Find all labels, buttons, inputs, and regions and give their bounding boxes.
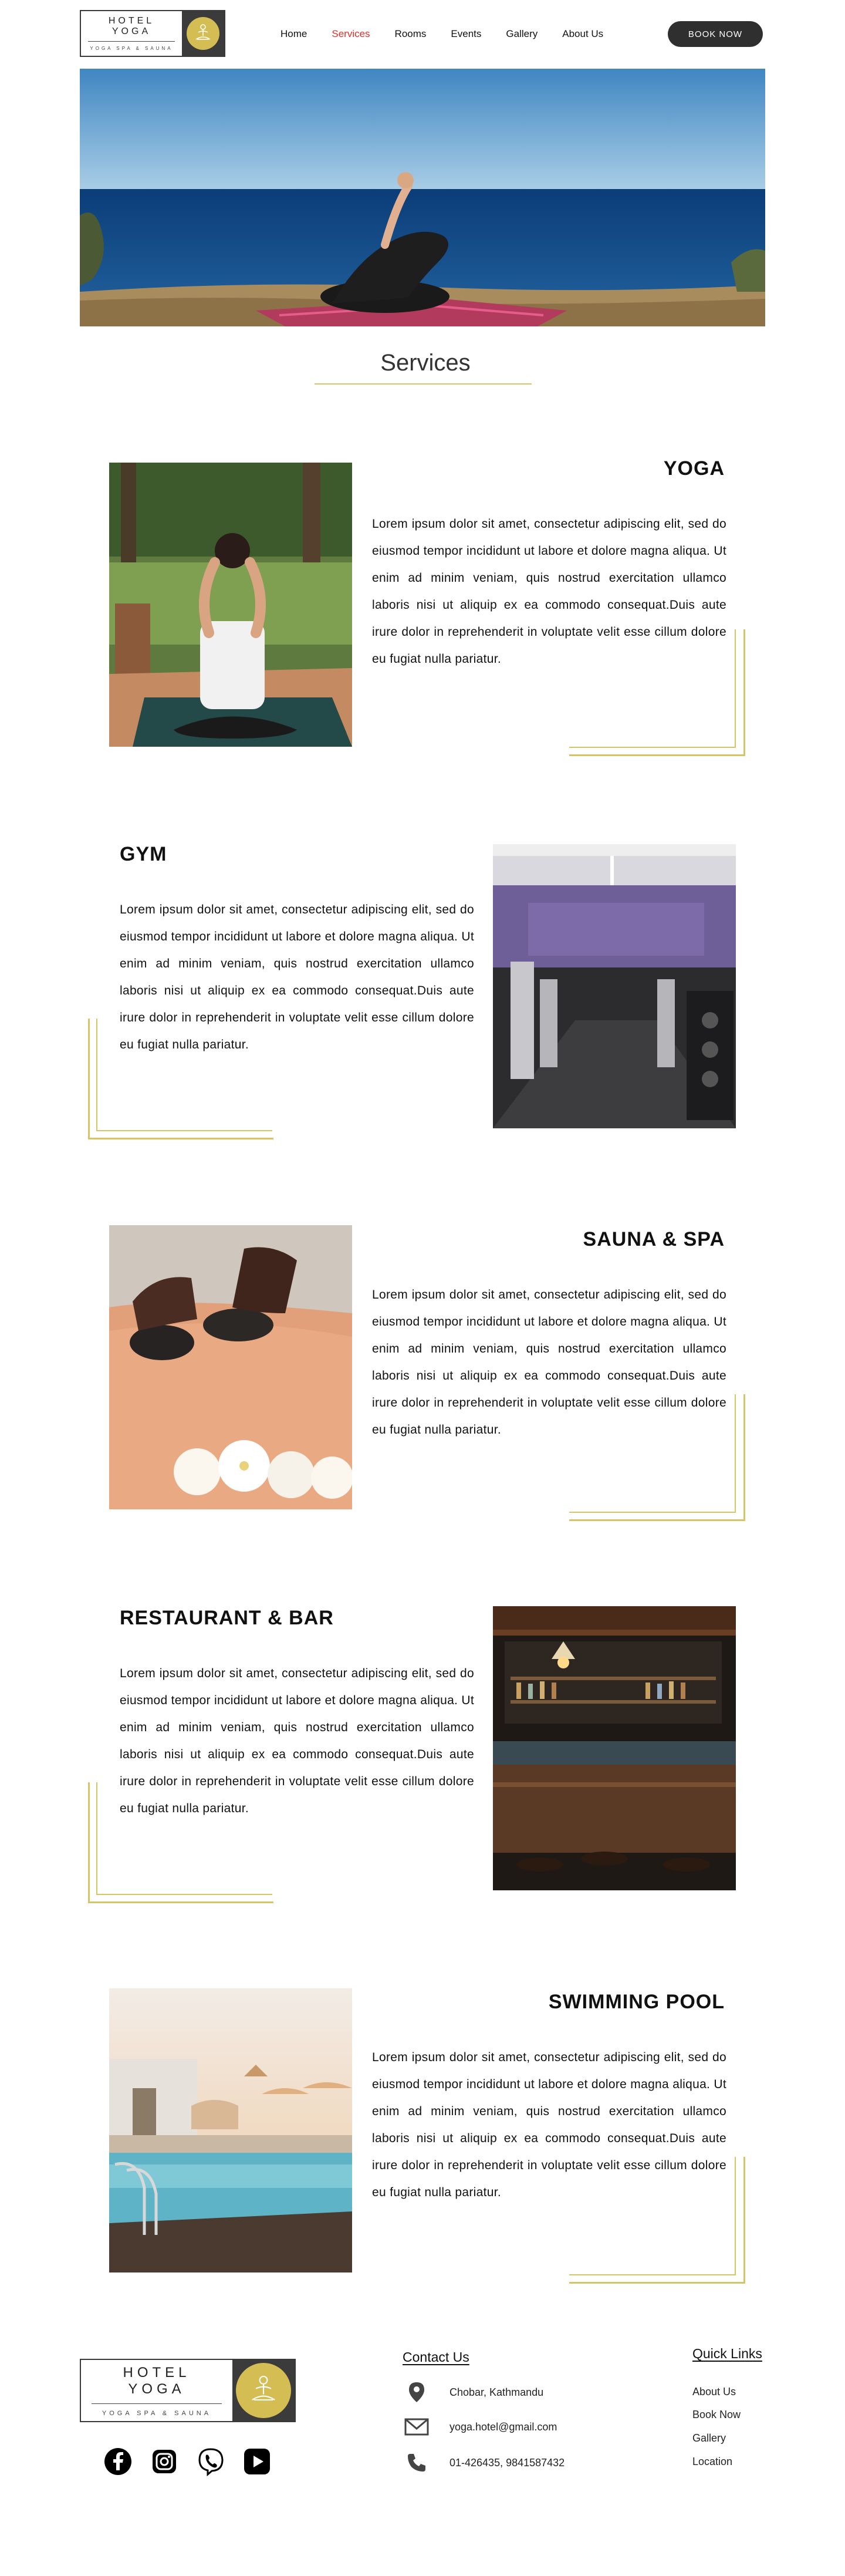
- swimming-pool-image: [109, 1988, 352, 2272]
- footer-logo[interactable]: HOTEL YOGA YOGA SPA & SAUNA: [80, 2359, 296, 2422]
- phone-text: 01-426435, 9841587432: [449, 2456, 565, 2469]
- location-pin-icon: [403, 2381, 431, 2404]
- nav-rooms[interactable]: Rooms: [395, 28, 427, 40]
- youtube-icon[interactable]: [242, 2447, 272, 2476]
- footer-logo-tagline: YOGA SPA & SAUNA: [102, 2409, 212, 2417]
- hero-image: [80, 69, 765, 326]
- meditation-icon: [187, 17, 219, 50]
- top-navigation: HOTEL YOGA YOGA SPA & SAUNA Home Service…: [0, 0, 845, 68]
- service-title-swimming-pool: SWIMMING POOL: [548, 1991, 725, 2013]
- address-text: Chobar, Kathmandu: [449, 2386, 544, 2398]
- main-menu: Home Services Rooms Events Gallery About…: [280, 28, 628, 40]
- email-link[interactable]: yoga.hotel@gmail.com: [449, 2421, 557, 2433]
- yoga-image: [109, 463, 352, 747]
- gold-corner-inner: [96, 1019, 272, 1131]
- contact-phone: 01-426435, 9841587432: [403, 2451, 565, 2474]
- service-title-yoga: YOGA: [663, 457, 725, 480]
- section-title-underline: [315, 383, 532, 385]
- section-title: Services: [380, 350, 471, 376]
- contact-email: yoga.hotel@gmail.com: [403, 2415, 557, 2439]
- book-now-button[interactable]: BOOK NOW: [668, 21, 763, 47]
- footer-logo-name: HOTEL YOGA: [92, 2365, 222, 2404]
- gold-corner-inner: [569, 1394, 736, 1513]
- contact-address: Chobar, Kathmandu: [403, 2381, 543, 2404]
- nav-home[interactable]: Home: [280, 28, 307, 40]
- restaurant-bar-image: [493, 1606, 736, 1890]
- logo-tagline: YOGA SPA & SAUNA: [90, 46, 173, 51]
- instagram-icon[interactable]: [150, 2447, 179, 2476]
- facebook-icon[interactable]: [103, 2447, 133, 2476]
- service-title-gym: GYM: [120, 843, 167, 865]
- quick-link-gallery[interactable]: Gallery: [692, 2432, 726, 2444]
- gold-corner-inner: [569, 2157, 736, 2275]
- viber-icon[interactable]: [196, 2447, 225, 2477]
- nav-gallery[interactable]: Gallery: [506, 28, 538, 40]
- envelope-icon: [403, 2415, 431, 2439]
- hotel-logo[interactable]: HOTEL YOGA YOGA SPA & SAUNA: [80, 10, 225, 57]
- logo-name: HOTEL YOGA: [88, 16, 175, 42]
- quick-link-book-now[interactable]: Book Now: [692, 2409, 741, 2421]
- meditation-icon: [236, 2363, 291, 2418]
- nav-events[interactable]: Events: [451, 28, 481, 40]
- gold-corner-inner: [569, 629, 736, 748]
- contact-us-heading: Contact Us: [403, 2349, 469, 2365]
- service-title-restaurant-bar: RESTAURANT & BAR: [120, 1607, 334, 1629]
- service-title-sauna-spa: SAUNA & SPA: [583, 1228, 725, 1250]
- quick-link-about-us[interactable]: About Us: [692, 2386, 736, 2398]
- gold-corner-inner: [96, 1782, 272, 1895]
- nav-about-us[interactable]: About Us: [562, 28, 603, 40]
- phone-icon: [403, 2451, 431, 2474]
- nav-services[interactable]: Services: [332, 28, 370, 40]
- quick-links-heading: Quick Links: [692, 2346, 762, 2361]
- quick-link-location[interactable]: Location: [692, 2456, 732, 2468]
- sauna-spa-image: [109, 1225, 352, 1509]
- gym-image: [493, 844, 736, 1128]
